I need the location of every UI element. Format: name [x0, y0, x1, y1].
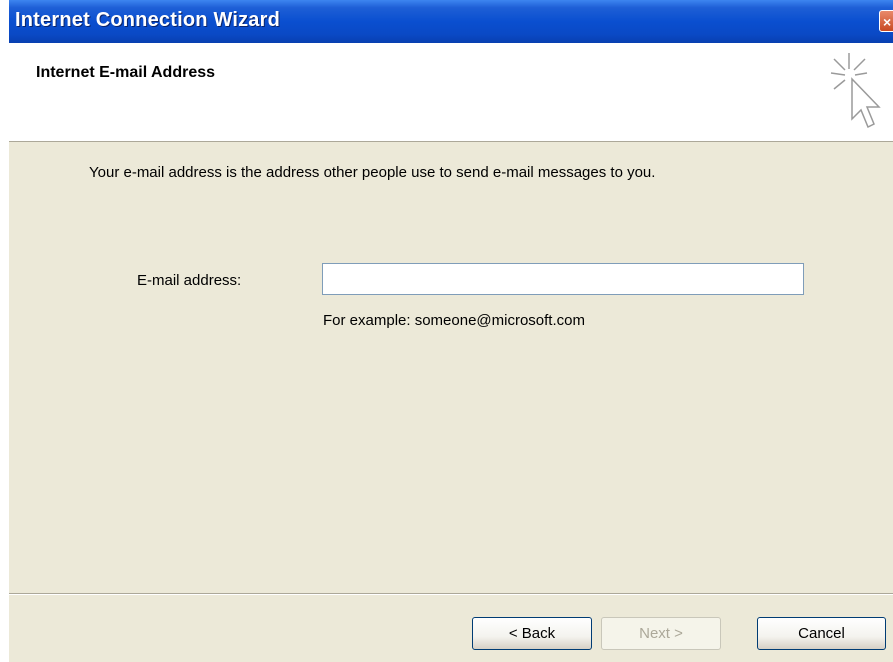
email-example-text: For example: someone@microsoft.com [323, 312, 585, 329]
email-field[interactable] [322, 263, 804, 295]
window-title: Internet Connection Wizard [15, 9, 281, 31]
wizard-cursor-icon [830, 53, 881, 129]
header-panel: Internet E-mail Address [9, 43, 893, 142]
email-label: E-mail address: [137, 272, 242, 289]
back-button[interactable]: < Back [472, 617, 592, 650]
cancel-button[interactable]: Cancel [757, 617, 886, 650]
footer-divider [9, 593, 893, 595]
close-button[interactable]: × [879, 10, 893, 32]
intro-text: Your e-mail address is the address other… [89, 164, 656, 181]
title-bar[interactable]: Internet Connection Wizard × [9, 0, 893, 43]
wizard-window: Internet Connection Wizard × Internet E-… [9, 0, 893, 662]
page-title: Internet E-mail Address [36, 64, 216, 81]
next-button[interactable]: Next > [601, 617, 721, 650]
close-icon: × [883, 14, 892, 30]
